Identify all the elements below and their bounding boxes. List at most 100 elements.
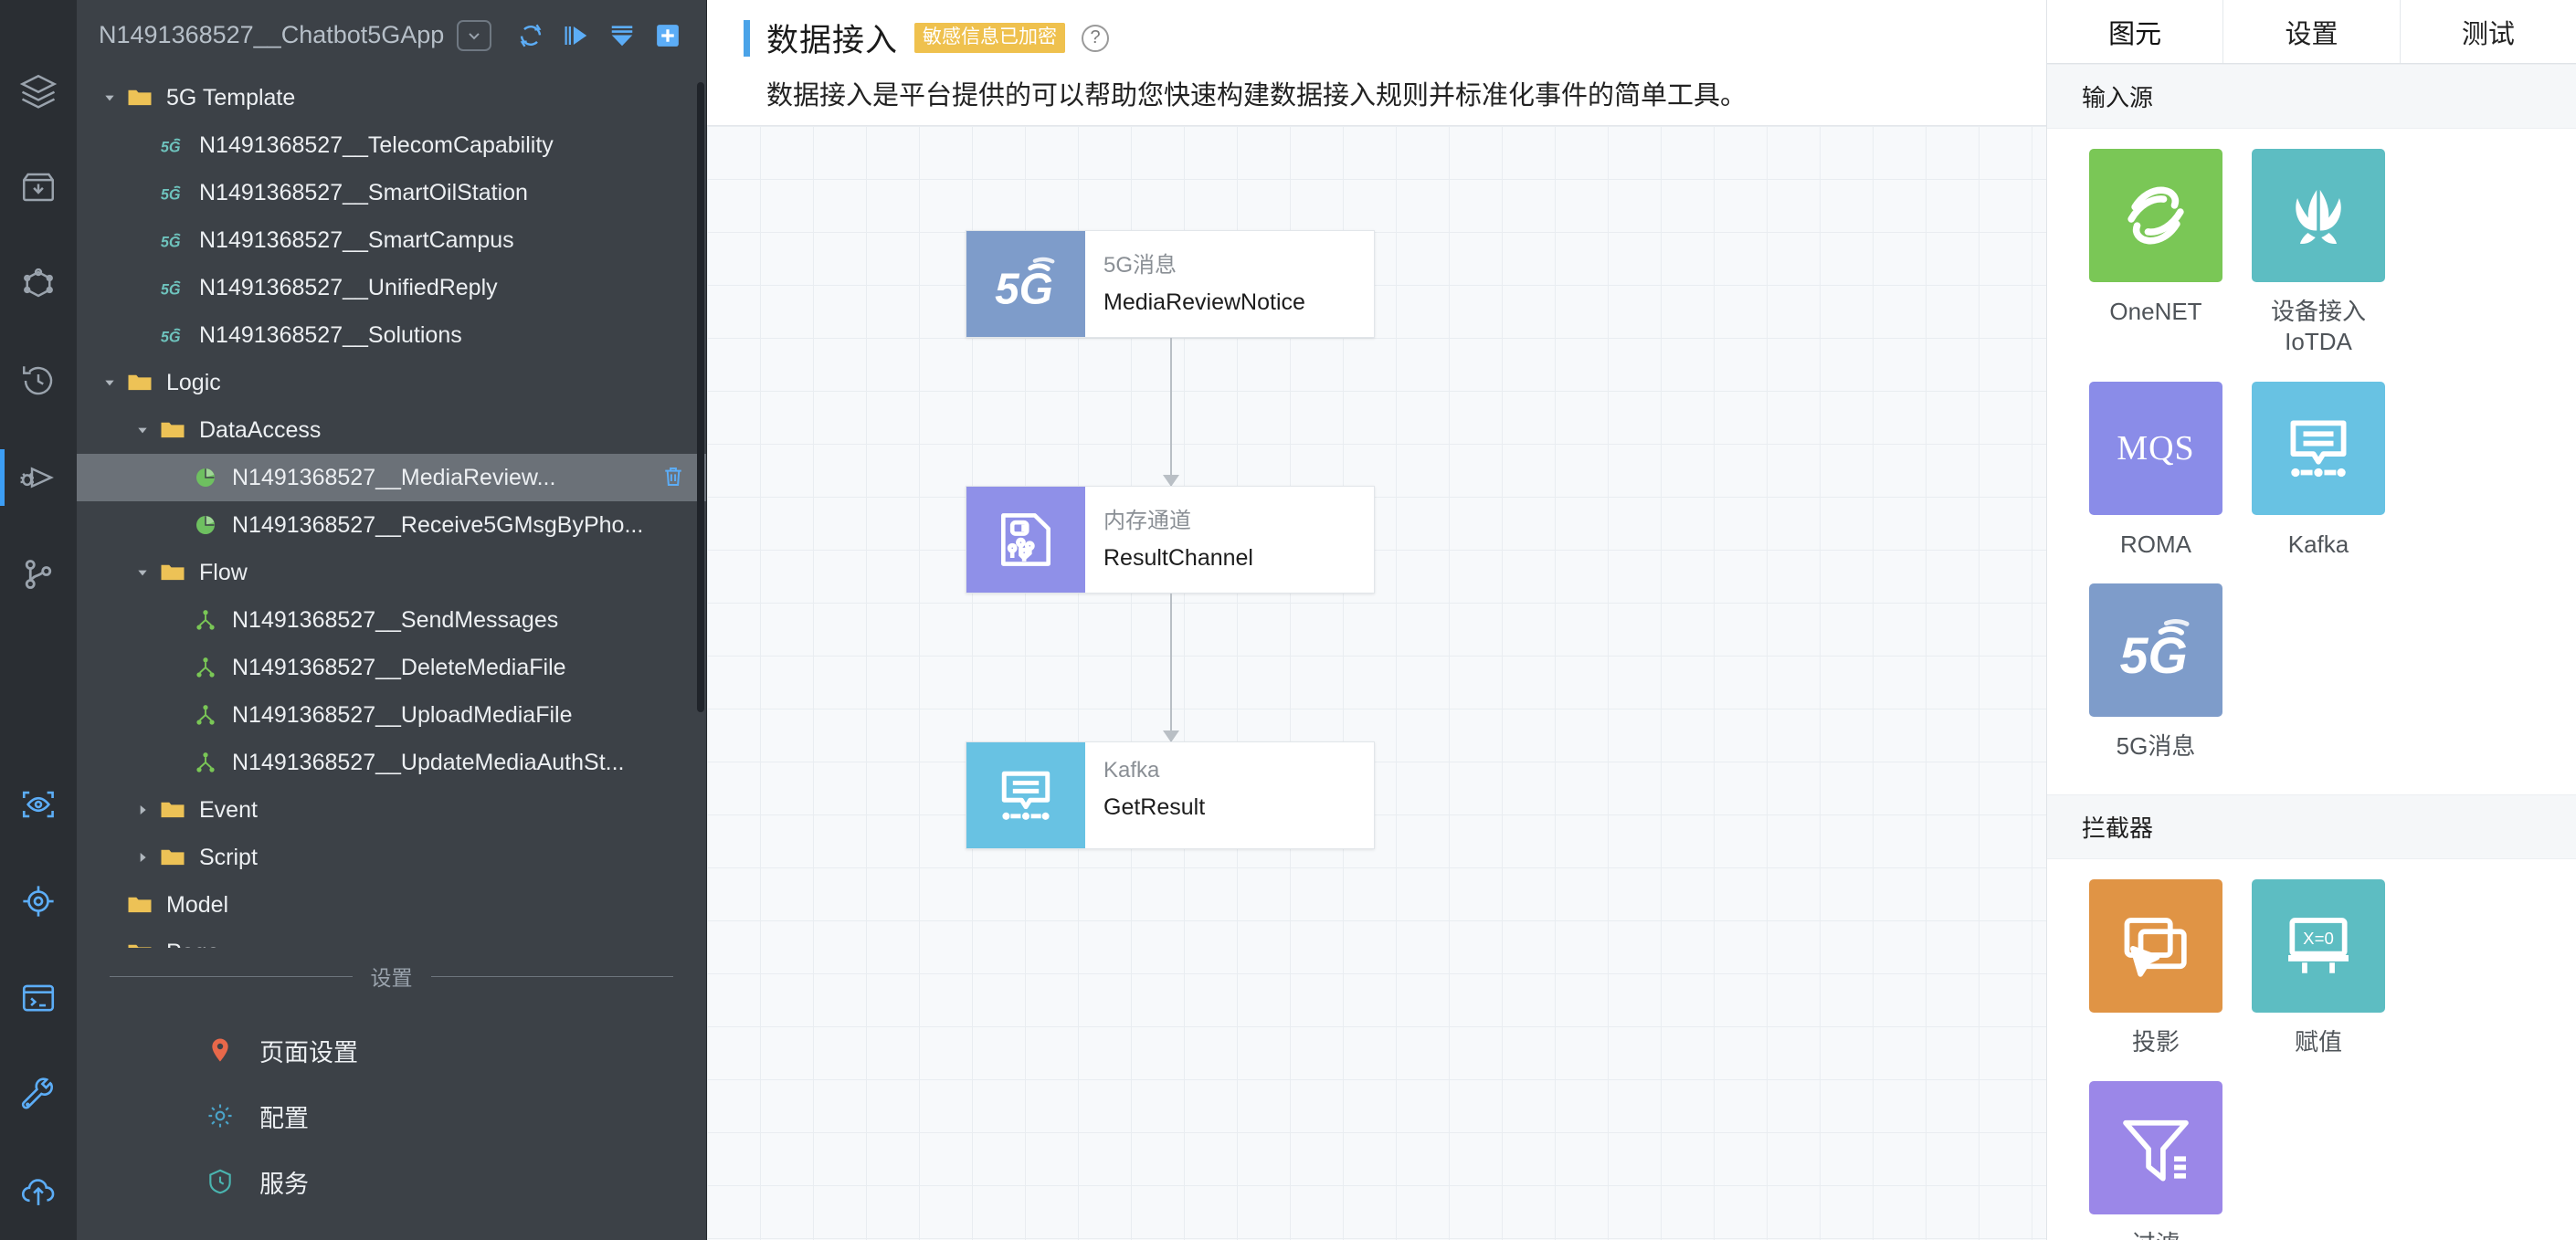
sidebar-action[interactable]: 页面设置 bbox=[77, 1017, 706, 1083]
palette-item[interactable]: 投影 bbox=[2075, 879, 2237, 1057]
tree-item[interactable]: 5G N1491368527__Solutions bbox=[77, 311, 706, 359]
folder-icon bbox=[155, 844, 190, 871]
tree-item-label: Flow bbox=[199, 559, 248, 585]
tree-item[interactable]: N1491368527__DeleteMediaFile bbox=[77, 644, 706, 691]
tree-item-label: Page bbox=[166, 940, 219, 948]
tree-item[interactable]: Model bbox=[77, 881, 706, 929]
onenet-icon bbox=[2089, 149, 2222, 283]
flow-connector bbox=[1163, 594, 1179, 742]
pie-icon bbox=[188, 464, 223, 491]
debug-run-icon[interactable] bbox=[0, 429, 77, 526]
project-sidebar: N1491368527__Chatbot5GApp 5G Template 5G… bbox=[77, 0, 707, 1240]
palette-item[interactable]: 过滤 bbox=[2075, 1081, 2237, 1240]
tree-item[interactable]: 5G N1491368527__UnifiedReply bbox=[77, 264, 706, 311]
history-clock-icon[interactable] bbox=[0, 332, 77, 429]
page-title-row: 数据接入 敏感信息已加密 ? bbox=[744, 15, 2046, 61]
tab-elements[interactable]: 图元 bbox=[2047, 0, 2224, 64]
chevron-open-icon[interactable] bbox=[130, 565, 155, 580]
tree-item[interactable]: DataAccess bbox=[77, 406, 706, 454]
divider-line-right bbox=[430, 975, 673, 977]
tree-item[interactable]: 5G N1491368527__TelecomCapability bbox=[77, 121, 706, 169]
tree-item[interactable]: N1491368527__SendMessages bbox=[77, 596, 706, 644]
tree-item[interactable]: Logic bbox=[77, 359, 706, 406]
palette-item[interactable]: X=0 赋值 bbox=[2237, 879, 2400, 1057]
flow-canvas[interactable]: 5G 5G消息 MediaReviewNotice 内存通道 ResultChannel… bbox=[707, 126, 2046, 1240]
palette-section-header: 拦截器 bbox=[2047, 794, 2576, 860]
tree-item[interactable]: 5G N1491368527__SmartCampus bbox=[77, 216, 706, 264]
chevron-down-icon[interactable] bbox=[457, 19, 492, 51]
package-download-icon[interactable] bbox=[0, 139, 77, 236]
svg-text:5G: 5G bbox=[161, 282, 181, 299]
icon-rail bbox=[0, 0, 77, 1240]
play-icon[interactable] bbox=[561, 20, 592, 51]
flow-icon bbox=[188, 701, 223, 729]
kafka-icon bbox=[2252, 381, 2385, 515]
tree-item-label: 5G Template bbox=[166, 84, 296, 110]
tree-item[interactable]: Event bbox=[77, 786, 706, 834]
sidebar-action[interactable]: 服务 bbox=[77, 1149, 706, 1214]
flow-node[interactable]: 内存通道 ResultChannel bbox=[966, 486, 1375, 594]
tab-settings[interactable]: 设置 bbox=[2223, 0, 2401, 64]
tree-item[interactable]: Flow bbox=[77, 549, 706, 596]
page-header: 数据接入 敏感信息已加密 ? 数据接入是平台提供的可以帮助您快速构建数据接入规则… bbox=[707, 0, 2046, 125]
tree-item-label: N1491368527__SmartOilStation bbox=[199, 179, 528, 205]
assign-icon: X=0 bbox=[2252, 879, 2385, 1014]
chevron-open-icon[interactable] bbox=[97, 375, 122, 390]
memory-icon bbox=[966, 487, 1085, 593]
tree-item[interactable]: N1491368527__Receive5GMsgByPho... bbox=[77, 501, 706, 549]
folder-icon bbox=[155, 559, 190, 586]
chevron-closed-icon[interactable] bbox=[130, 803, 155, 817]
tree-item[interactable]: N1491368527__MediaReview... bbox=[77, 454, 706, 502]
palette-item-label: OneNET bbox=[2109, 298, 2202, 326]
flow-node[interactable]: 5G 5G消息 MediaReviewNotice bbox=[966, 230, 1375, 338]
tree-item[interactable]: Page bbox=[77, 929, 706, 948]
palette-item[interactable]: OneNET bbox=[2075, 149, 2237, 358]
tree-item[interactable]: 5G N1491368527__SmartOilStation bbox=[77, 169, 706, 216]
terminal-icon[interactable] bbox=[0, 950, 77, 1046]
location-pin-icon bbox=[205, 1035, 236, 1066]
layers-icon[interactable] bbox=[0, 42, 77, 139]
git-branch-icon[interactable] bbox=[0, 526, 77, 623]
project-tree: 5G Template 5G N1491368527__TelecomCapabil… bbox=[77, 70, 706, 948]
5g-icon: 5G bbox=[155, 321, 190, 349]
refresh-icon[interactable] bbox=[515, 20, 546, 51]
flow-node[interactable]: Kafka GetResult bbox=[966, 741, 1375, 849]
tab-test[interactable]: 测试 bbox=[2400, 0, 2576, 64]
sidebar-scrollbar[interactable] bbox=[697, 82, 704, 712]
eye-scan-icon[interactable] bbox=[0, 756, 77, 853]
help-icon[interactable]: ? bbox=[1082, 24, 1110, 52]
filter-funnel-icon bbox=[2089, 1081, 2222, 1215]
sidebar-action[interactable]: 配置 bbox=[77, 1083, 706, 1149]
target-crosshair-icon[interactable] bbox=[0, 853, 77, 950]
cloud-upload-icon[interactable] bbox=[0, 1143, 77, 1240]
chevron-open-icon[interactable] bbox=[130, 423, 155, 437]
hexagon-network-icon[interactable] bbox=[0, 236, 77, 332]
sidebar-actions: 页面设置 配置 服务 bbox=[77, 1001, 706, 1240]
wrench-icon[interactable] bbox=[0, 1046, 77, 1143]
tree-item-label: N1491368527__UpdateMediaAuthSt... bbox=[232, 749, 625, 775]
flow-connector bbox=[1163, 338, 1179, 487]
tree-item[interactable]: N1491368527__UpdateMediaAuthSt... bbox=[77, 739, 706, 786]
palette-item[interactable]: 5G 5G消息 bbox=[2075, 583, 2237, 762]
tree-item[interactable]: Script bbox=[77, 834, 706, 881]
palette-item[interactable]: 设备接入 IoTDA bbox=[2237, 149, 2400, 358]
app-root: N1491368527__Chatbot5GApp 5G Template 5G… bbox=[0, 0, 2576, 1240]
5g-icon: 5G bbox=[155, 226, 190, 254]
delete-icon[interactable] bbox=[660, 464, 688, 491]
canvas-wrapper: 5G 5G消息 MediaReviewNotice 内存通道 ResultChannel… bbox=[707, 125, 2046, 1240]
tree-item[interactable]: N1491368527__UploadMediaFile bbox=[77, 691, 706, 739]
sidebar-header-actions bbox=[515, 20, 683, 51]
palette-item[interactable]: MQS ROMA bbox=[2075, 381, 2237, 560]
add-icon[interactable] bbox=[652, 20, 683, 51]
collapse-all-icon[interactable] bbox=[607, 20, 638, 51]
flow-icon bbox=[188, 606, 223, 634]
divider-label: 设置 bbox=[370, 966, 413, 990]
chevron-closed-icon[interactable] bbox=[130, 850, 155, 865]
chevron-open-icon[interactable] bbox=[97, 90, 122, 105]
svg-text:5G: 5G bbox=[161, 235, 181, 251]
palette-item-label: 投影 bbox=[2131, 1028, 2180, 1056]
tree-item[interactable]: 5G Template bbox=[77, 74, 706, 121]
tree-item-label: N1491368527__Solutions bbox=[199, 321, 462, 348]
tree-item-label: N1491368527__TelecomCapability bbox=[199, 131, 554, 158]
palette-item[interactable]: Kafka bbox=[2237, 381, 2400, 560]
